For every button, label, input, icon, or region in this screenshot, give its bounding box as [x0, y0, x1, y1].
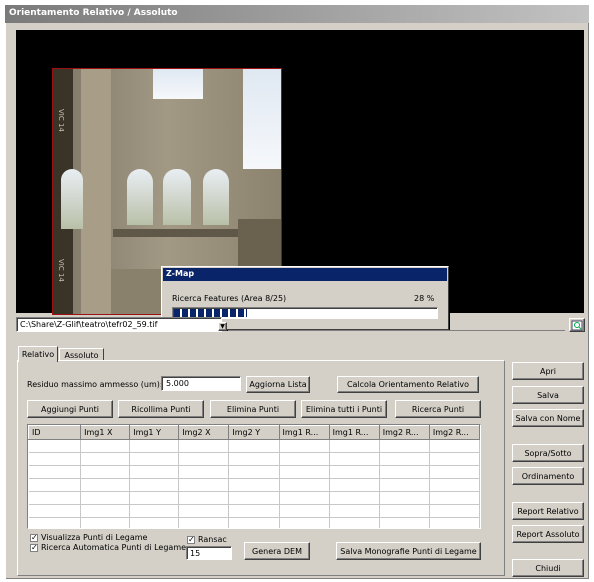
ricerca-punti-label: Ricerca Punti: [411, 404, 465, 414]
table-row[interactable]: [28, 465, 480, 479]
aggiungi-punti-label: Aggiungi Punti: [40, 404, 100, 414]
column-header-img2-r-a[interactable]: Img2 R...: [378, 425, 430, 440]
check-icon: ✓: [188, 535, 195, 544]
table-row[interactable]: [28, 491, 480, 505]
visualizza-label: Visualizza Punti di Legame: [41, 533, 148, 542]
ricerca-punti-button[interactable]: Ricerca Punti: [395, 400, 481, 418]
elimina-tutti-punti-button[interactable]: Elimina tutti i Punti: [301, 400, 387, 418]
genera-dem-label: Genera DEM: [252, 546, 302, 556]
ransac-label: Ransac: [198, 535, 227, 544]
title-bar: Orientamento Relativo / Assoluto: [5, 5, 589, 23]
aggiungi-punti-button[interactable]: Aggiungi Punti: [27, 400, 113, 418]
ordinamento-button[interactable]: Ordinamento: [512, 467, 584, 485]
apri-label: Apri: [539, 366, 557, 376]
path-field[interactable]: C:\Share\Z-Glif\teatro\tefr02_59.tif: [16, 317, 222, 332]
column-header-img2-r-b[interactable]: Img2 R...: [428, 425, 480, 440]
progress-percent: 28 %: [414, 294, 435, 303]
path-bar-spacer: [228, 317, 565, 331]
table-row[interactable]: [28, 439, 480, 453]
report-assoluto-button[interactable]: Report Assoluto: [512, 525, 584, 543]
report-relativo-button[interactable]: Report Relativo: [512, 502, 584, 520]
aggiorna-lista-label: Aggiorna Lista: [249, 380, 307, 389]
column-header-img2-x[interactable]: Img2 X: [178, 425, 230, 440]
sopra-sotto-button[interactable]: Sopra/Sotto: [512, 444, 584, 462]
apri-button[interactable]: Apri: [512, 362, 584, 380]
calcola-orientamento-label: Calcola Orientamento Relativo: [346, 380, 470, 389]
dialog-title: Z-Map: [166, 269, 195, 278]
ricerca-automatica-checkbox[interactable]: ✓: [30, 544, 38, 552]
salva-con-nome-button[interactable]: Salva con Nome: [512, 409, 584, 427]
genera-dem-button[interactable]: Genera DEM: [244, 542, 310, 560]
salva-monografie-button[interactable]: Salva Monografie Punti di Legame: [336, 542, 481, 560]
elimina-punti-label: Elimina Punti: [226, 404, 280, 414]
report-assoluto-label: Report Assoluto: [516, 529, 580, 539]
zoom-button[interactable]: [569, 318, 585, 332]
tab-relativo[interactable]: Relativo: [18, 346, 58, 362]
points-grid[interactable]: ID Img1 X Img1 Y Img2 X Img2 Y Img1 R...…: [28, 425, 480, 528]
chevron-down-icon: ▼: [220, 323, 225, 330]
ransac-checkbox[interactable]: ✓: [187, 536, 195, 544]
column-header-id[interactable]: ID: [28, 425, 82, 440]
progress-bar-fill: [174, 309, 247, 317]
elimina-punti-button[interactable]: Elimina Punti: [210, 400, 296, 418]
salva-monografie-label: Salva Monografie Punti di Legame: [340, 546, 477, 556]
ransac-input[interactable]: 15: [186, 546, 232, 560]
residuo-label: Residuo massimo ammesso (um):: [27, 380, 163, 389]
table-row[interactable]: [28, 452, 480, 466]
salva-con-nome-label: Salva con Nome: [515, 413, 581, 423]
tab-assoluto-label: Assoluto: [64, 351, 99, 360]
salva-button[interactable]: Salva: [512, 386, 584, 404]
column-header-img2-y[interactable]: Img2 Y: [228, 425, 280, 440]
column-header-img1-y[interactable]: Img1 Y: [129, 425, 180, 440]
calcola-orientamento-button[interactable]: Calcola Orientamento Relativo: [337, 376, 479, 393]
progress-message: Ricerca Features (Area 8/25): [172, 294, 287, 303]
window-title: Orientamento Relativo / Assoluto: [9, 8, 178, 18]
ricollima-punti-button[interactable]: Ricollima Punti: [118, 400, 204, 418]
residuo-value: 5.000: [166, 379, 189, 388]
column-header-img1-r-a[interactable]: Img1 R...: [278, 425, 330, 440]
table-row[interactable]: [28, 504, 480, 518]
zoom-icon: [571, 320, 583, 330]
ransac-value: 15: [190, 549, 201, 558]
path-dropdown-button[interactable]: ▼: [218, 322, 227, 331]
column-header-img1-x[interactable]: Img1 X: [80, 425, 131, 440]
report-relativo-label: Report Relativo: [517, 506, 579, 516]
column-header-img1-r-b[interactable]: Img1 R...: [328, 425, 380, 440]
aggiorna-lista-button[interactable]: Aggiorna Lista: [246, 376, 310, 393]
sopra-sotto-label: Sopra/Sotto: [524, 448, 572, 458]
ordinamento-label: Ordinamento: [521, 471, 575, 481]
chiudi-label: Chiudi: [535, 563, 561, 573]
tab-relativo-label: Relativo: [21, 350, 55, 359]
photo-side-label-1: VIC 14: [57, 109, 65, 132]
points-table[interactable]: ID Img1 X Img1 Y Img2 X Img2 Y Img1 R...…: [27, 424, 481, 529]
ricerca-automatica-label: Ricerca Automatica Punti di Legame: [41, 543, 187, 552]
dialog-title-bar: Z-Map: [163, 268, 447, 281]
salva-label: Salva: [537, 390, 559, 400]
check-icon: ✓: [31, 543, 38, 552]
table-row[interactable]: [28, 517, 480, 528]
elimina-tutti-punti-label: Elimina tutti i Punti: [305, 404, 383, 414]
path-text: C:\Share\Z-Glif\teatro\tefr02_59.tif: [20, 320, 158, 329]
check-icon: ✓: [31, 533, 38, 542]
table-row[interactable]: [28, 478, 480, 492]
residuo-input[interactable]: 5.000: [161, 376, 241, 391]
chiudi-button[interactable]: Chiudi: [512, 559, 584, 577]
photo-side-label-2: VIC 14: [57, 259, 65, 282]
ricollima-punti-label: Ricollima Punti: [131, 404, 191, 414]
visualizza-checkbox[interactable]: ✓: [30, 534, 38, 542]
